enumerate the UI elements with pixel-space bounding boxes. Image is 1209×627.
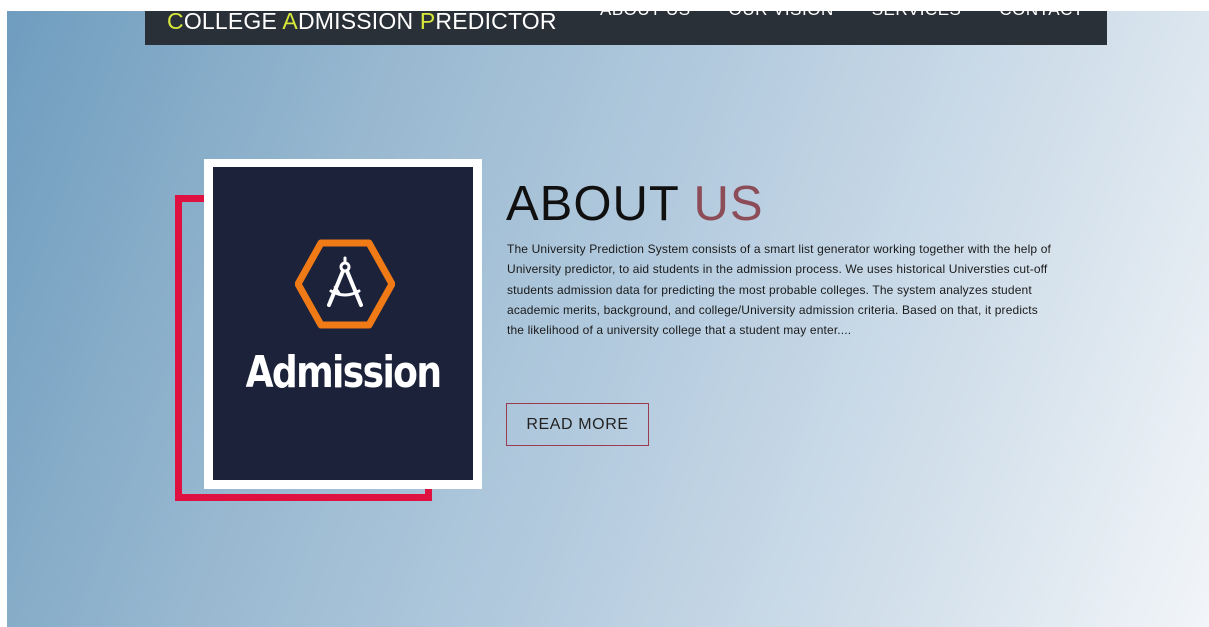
brand-word-admission: DMISSION: [297, 11, 420, 34]
about-image-frame: Admission: [204, 159, 482, 489]
navbar: COLLEGE ADMISSION PREDICTOR ABOUT US OUR…: [145, 11, 1107, 45]
page-background: COLLEGE ADMISSION PREDICTOR ABOUT US OUR…: [7, 11, 1209, 627]
about-title: ABOUT US: [506, 176, 764, 232]
about-image: Admission: [213, 167, 473, 480]
about-title-main: ABOUT: [506, 177, 679, 231]
brand-word-college: OLLEGE: [183, 11, 283, 34]
hexagon-compass-icon: [295, 239, 395, 329]
image-logo-text: Admission: [245, 347, 442, 398]
nav-link-about-us[interactable]: ABOUT US: [600, 11, 691, 29]
nav-link-services[interactable]: SERVICES: [872, 11, 962, 29]
nav-link-contact[interactable]: CONTACT: [999, 11, 1083, 29]
brand-word-predictor: REDICTOR: [435, 11, 557, 34]
brand-initial-p: P: [419, 11, 436, 34]
brand-initial-a: A: [282, 11, 298, 34]
brand-initial-c: C: [167, 11, 184, 34]
nav-link-our-vision[interactable]: OUR VISION: [729, 11, 834, 29]
read-more-button[interactable]: READ MORE: [506, 403, 649, 446]
nav-links: ABOUT US OUR VISION SERVICES CONTACT: [600, 11, 1122, 29]
about-title-accent: US: [693, 177, 764, 231]
brand-logo[interactable]: COLLEGE ADMISSION PREDICTOR: [167, 11, 557, 40]
about-description: The University Prediction System consist…: [507, 242, 1052, 338]
